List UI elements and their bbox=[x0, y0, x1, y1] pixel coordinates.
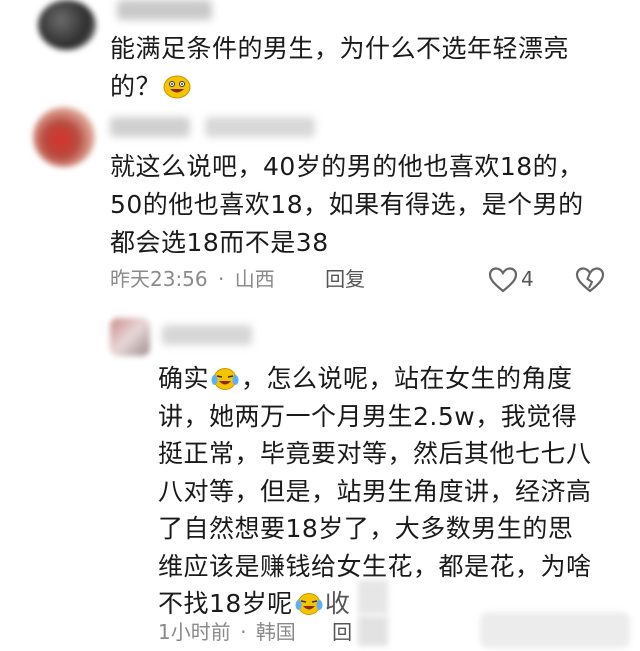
comment-line: 维应该是赚钱给女生花，都是花，为啥 bbox=[158, 551, 592, 581]
comment-text: 能满足条件的男生，为什么不选年轻漂亮 的？ bbox=[110, 30, 630, 106]
comment-text: 确实 ，怎么说呢，站在女生的角度 讲，她两万一个月男生2.5w，我觉得 挺正常，毕… bbox=[158, 360, 628, 623]
crying-laughing-emoji-icon bbox=[295, 593, 323, 615]
comment-line: 就这么说吧，40岁的男的他也喜欢18的， bbox=[110, 152, 584, 181]
timestamp: 1小时前 bbox=[158, 620, 231, 644]
laughing-emoji-icon bbox=[163, 75, 191, 99]
timestamp: 昨天23:56 bbox=[110, 267, 208, 291]
username[interactable] bbox=[162, 325, 252, 345]
heart-broken-icon[interactable] bbox=[575, 266, 605, 294]
collapse-link[interactable]: 收 bbox=[325, 589, 351, 618]
comment-line: 能满足条件的男生，为什么不选年轻漂亮 bbox=[110, 34, 570, 63]
comment-line: 挺正常，毕竟要对等，然后其他七七八 bbox=[158, 439, 592, 468]
comment-meta: 昨天23:56 · 山西 回复 bbox=[110, 265, 365, 293]
location: 山西 bbox=[234, 267, 275, 291]
username[interactable] bbox=[117, 0, 212, 20]
username-extra bbox=[205, 117, 315, 137]
separator: · bbox=[240, 620, 247, 644]
comment-line: 了自然想要18岁了，大多数男生的思 bbox=[158, 514, 574, 543]
heart-outline-icon[interactable] bbox=[488, 266, 518, 294]
comment-line: 八对等，但是，站男生角度讲，经济高 bbox=[158, 476, 592, 506]
avatar[interactable] bbox=[38, 0, 96, 50]
comment-line: 50的他也喜欢18，如果有得选，是个男的 bbox=[110, 190, 584, 219]
blur-overlay bbox=[358, 616, 388, 646]
like-count: 4 bbox=[521, 267, 534, 291]
separator: · bbox=[218, 267, 225, 291]
blur-overlay bbox=[358, 580, 388, 614]
comment-line: 都会选18而不是38 bbox=[110, 228, 329, 257]
avatar[interactable] bbox=[33, 107, 95, 167]
reply-button[interactable]: 回 bbox=[332, 620, 352, 644]
comment-meta: 1小时前 · 韩国 回 bbox=[158, 618, 352, 646]
comment-line: 的？ bbox=[110, 68, 630, 106]
crying-laughing-emoji-icon bbox=[211, 368, 239, 390]
comment-text: 就这么说吧，40岁的男的他也喜欢18的， 50的他也喜欢18，如果有得选，是个男… bbox=[110, 148, 630, 262]
comment-line: 确实 ，怎么说呢，站在女生的角度 bbox=[158, 364, 573, 393]
reply-button[interactable]: 回复 bbox=[325, 267, 365, 291]
location: 韩国 bbox=[255, 620, 296, 644]
username[interactable] bbox=[110, 117, 190, 137]
comment-line: 讲，她两万一个月男生2.5w，我觉得 bbox=[158, 401, 578, 431]
blur-overlay bbox=[480, 612, 630, 648]
avatar[interactable] bbox=[110, 318, 150, 356]
